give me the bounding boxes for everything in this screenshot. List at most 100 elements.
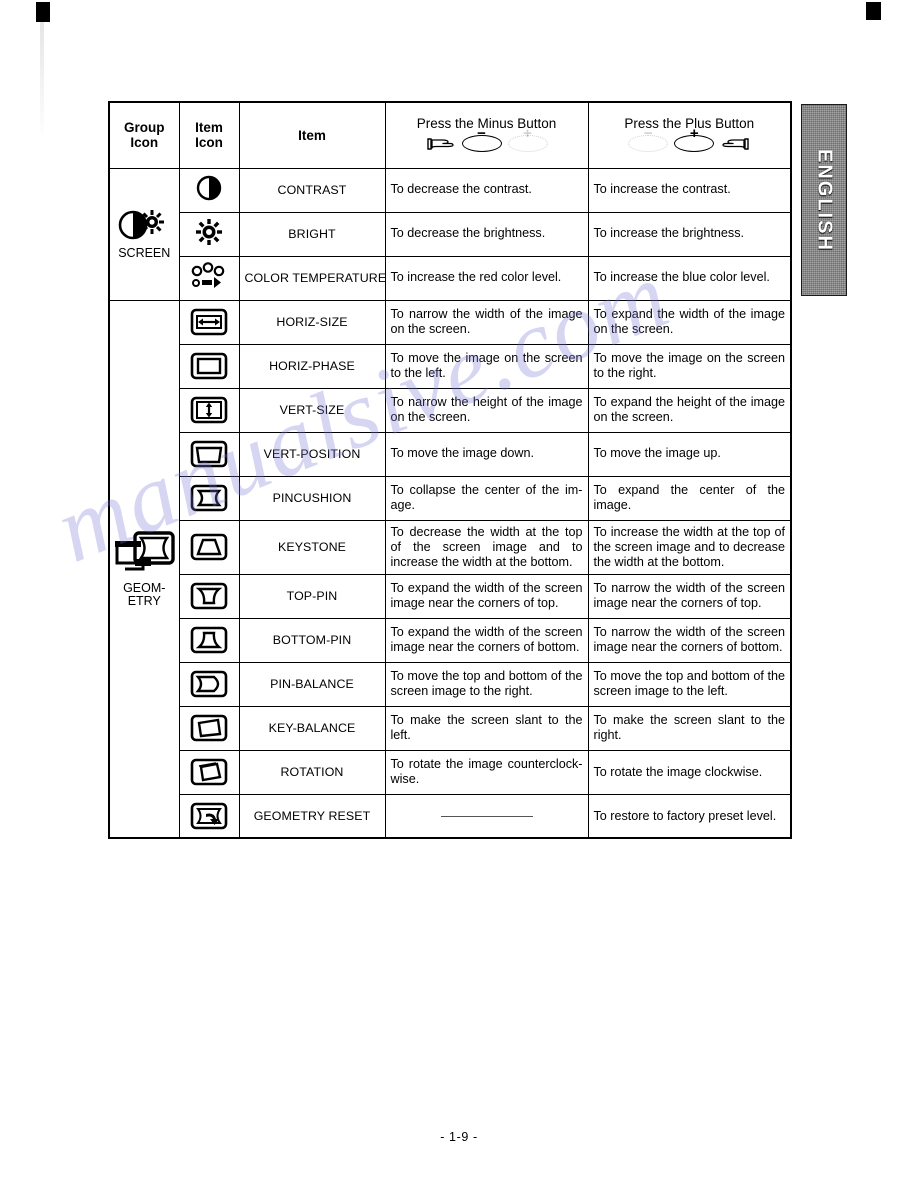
plus-oval-button: + bbox=[674, 126, 715, 153]
table-row: VERT-SIZE To narrow the height of the ima… bbox=[109, 387, 792, 433]
minus-description-cell: To increase the red color level. bbox=[384, 255, 589, 301]
minus-description-cell: To move the top and bottom of the screen… bbox=[384, 661, 589, 707]
item-name-cell: BRIGHT bbox=[238, 211, 386, 257]
item-icon-cell bbox=[178, 617, 240, 663]
page-number: - 1-9 - bbox=[440, 1130, 478, 1144]
language-tab-label: ENGLISH bbox=[813, 148, 836, 252]
contrast-half-circle-icon bbox=[194, 175, 224, 206]
item-icon-cell bbox=[178, 573, 240, 619]
plus-description-cell: To rotate the image clockwise. bbox=[587, 749, 792, 795]
header-minus-button: Press the Minus Button − + bbox=[384, 101, 589, 169]
key-balance-icon bbox=[182, 714, 237, 742]
item-icon-cell bbox=[178, 519, 240, 575]
screen-contrast-sun-icon bbox=[112, 208, 177, 246]
item-icon-cell bbox=[178, 475, 240, 521]
color-temperature-icon bbox=[190, 262, 228, 293]
plus-oval-button-ghost: + bbox=[507, 126, 548, 153]
plus-description-cell: To increase the contrast. bbox=[587, 167, 792, 213]
plus-description-cell: To expand the width of the image on the … bbox=[587, 299, 792, 345]
geometry-reset-icon bbox=[182, 802, 237, 830]
table-row: GEOM- ETRY HORIZ-SIZE To narrow the width o… bbox=[108, 299, 792, 839]
keystone-icon bbox=[182, 533, 237, 561]
item-name-cell: VERT-SIZE bbox=[238, 387, 386, 433]
plus-description-cell: To increase the blue color level. bbox=[587, 255, 792, 301]
header-plus-button: Press the Plus Button − + bbox=[587, 101, 792, 169]
table-row: SCREEN CONTRAST To decrease the contrast. T… bbox=[108, 167, 792, 301]
header-item-icon: Item Icon bbox=[178, 101, 240, 169]
minus-description-cell: To move the image down. bbox=[384, 431, 589, 477]
item-name-cell: VERT-POSITION bbox=[238, 431, 386, 477]
item-icon-cell bbox=[178, 793, 240, 839]
plus-description-cell: To narrow the width of the screen image … bbox=[587, 573, 792, 619]
plus-button-glyphs: − + bbox=[593, 126, 787, 155]
minus-oval-button: − bbox=[461, 126, 502, 153]
item-name-cell: CONTRAST bbox=[238, 167, 386, 213]
minus-description-cell: To decrease the brightness. bbox=[384, 211, 589, 257]
minus-description-cell: To move the image on the screen to the l… bbox=[384, 343, 589, 389]
group-label-line2: ETRY bbox=[127, 594, 161, 609]
table-row: TOP-PIN To expand the width of the screen… bbox=[109, 573, 792, 619]
plus-description-cell: To move the image up. bbox=[587, 431, 792, 477]
header-item: Item bbox=[238, 101, 386, 169]
minus-description-dash bbox=[384, 793, 589, 839]
rotation-icon bbox=[182, 758, 237, 786]
em-dash-rule bbox=[440, 815, 533, 817]
table-row: COLOR TEMPERATURE To increase the red col… bbox=[109, 255, 792, 301]
item-icon-cell bbox=[178, 167, 240, 213]
top-pin-icon bbox=[182, 582, 237, 610]
minus-sign-ghost: − bbox=[643, 125, 653, 143]
plus-sign-ghost: + bbox=[523, 125, 532, 143]
minus-description-cell: To narrow the width of the image on the … bbox=[384, 299, 589, 345]
table-header-row: Group Icon Item Icon Item Press the Minu… bbox=[108, 101, 792, 169]
minus-oval-button-ghost: − bbox=[628, 126, 669, 153]
plus-description-cell: To expand the center of the image. bbox=[587, 475, 792, 521]
plus-description-cell: To restore to factory preset level. bbox=[587, 793, 792, 839]
plus-sign: + bbox=[689, 125, 699, 143]
bottom-pin-icon bbox=[182, 626, 237, 654]
plus-description-cell: To move the image on the screen to the r… bbox=[587, 343, 792, 389]
table-row: GEOMETRY RESET To restore to factory pres… bbox=[109, 793, 792, 839]
item-icon-cell bbox=[178, 211, 240, 257]
item-icon-cell bbox=[178, 749, 240, 795]
scan-artifact bbox=[40, 22, 44, 142]
language-tab-english: ENGLISH bbox=[801, 104, 847, 296]
table-row: KEY-BALANCE To make the screen slant to t… bbox=[109, 705, 792, 751]
vert-size-icon bbox=[182, 396, 237, 424]
group-label-line1: GEOM- bbox=[123, 581, 166, 596]
minus-description-cell: To rotate the image counterclock-wise. bbox=[384, 749, 589, 795]
item-name-cell: ROTATION bbox=[238, 749, 386, 795]
geometry-monitor-icon bbox=[112, 529, 177, 581]
minus-button-glyphs: − + bbox=[390, 126, 584, 155]
brightness-sun-icon bbox=[194, 218, 224, 250]
group-cell-screen: SCREEN bbox=[108, 167, 180, 301]
minus-description-cell: To decrease the width at the top of the … bbox=[384, 519, 589, 575]
plus-description-cell: To move the top and bottom of the screen… bbox=[587, 661, 792, 707]
item-name-cell: HORIZ-PHASE bbox=[238, 343, 386, 389]
pointing-hand-right-icon bbox=[426, 136, 456, 152]
item-name-cell: PINCUSHION bbox=[238, 475, 386, 521]
item-name-cell: TOP-PIN bbox=[238, 573, 386, 619]
group-label: GEOM- ETRY bbox=[112, 582, 177, 608]
item-name-cell: HORIZ-SIZE bbox=[238, 299, 386, 345]
header-group-icon: Group Icon bbox=[108, 101, 180, 169]
table-row: PINCUSHION To collapse the center of the … bbox=[109, 475, 792, 521]
table-row: VERT-POSITION To move the image down. To m… bbox=[109, 431, 792, 477]
minus-description-cell: To expand the width of the screen image … bbox=[384, 617, 589, 663]
item-icon-cell bbox=[178, 343, 240, 389]
minus-sign: − bbox=[477, 125, 486, 143]
item-icon-cell bbox=[178, 299, 240, 345]
plus-description-cell: To expand the height of the image on the… bbox=[587, 387, 792, 433]
plus-description-cell: To increase the width at the top of the … bbox=[587, 519, 792, 575]
osd-adjustment-table: Group Icon Item Icon Item Press the Minu… bbox=[108, 101, 792, 840]
item-icon-cell bbox=[178, 431, 240, 477]
group-cell-geometry: GEOM- ETRY bbox=[108, 299, 180, 839]
pointing-hand-left-icon bbox=[720, 136, 750, 152]
minus-description-cell: To make the screen slant to the left. bbox=[384, 705, 589, 751]
minus-description-cell: To decrease the contrast. bbox=[384, 167, 589, 213]
registration-mark-top-left bbox=[36, 2, 50, 22]
vert-position-icon bbox=[182, 440, 237, 468]
item-icon-cell bbox=[178, 255, 240, 301]
item-name-cell: KEYSTONE bbox=[238, 519, 386, 575]
horiz-phase-icon bbox=[182, 352, 237, 380]
table-row: BRIGHT To decrease the brightness. To incr… bbox=[109, 211, 792, 257]
